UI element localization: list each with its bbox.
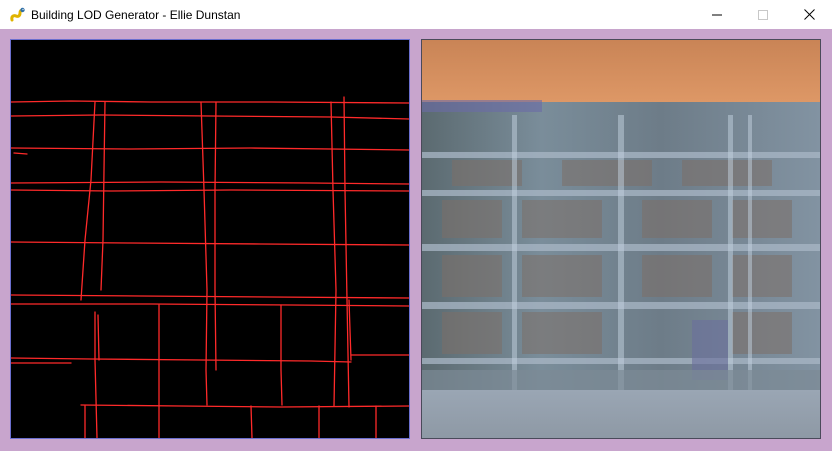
generated-facade-image xyxy=(421,39,821,439)
maximize-button[interactable] xyxy=(740,0,786,29)
minimize-button[interactable] xyxy=(694,0,740,29)
client-area xyxy=(0,29,832,451)
title-bar[interactable]: Building LOD Generator - Ellie Dunstan xyxy=(0,0,832,29)
facade-render xyxy=(422,40,820,438)
edge-map-lines xyxy=(11,96,409,438)
pygame-snake-icon xyxy=(9,7,25,23)
maximize-icon xyxy=(758,9,768,20)
minimize-icon xyxy=(712,14,722,15)
edge-map-canvas[interactable] xyxy=(10,39,410,439)
close-icon xyxy=(803,9,815,20)
window-controls xyxy=(694,0,832,29)
app-window: Building LOD Generator - Ellie Dunstan xyxy=(0,0,832,451)
close-button[interactable] xyxy=(786,0,832,29)
window-title: Building LOD Generator - Ellie Dunstan xyxy=(31,7,241,22)
